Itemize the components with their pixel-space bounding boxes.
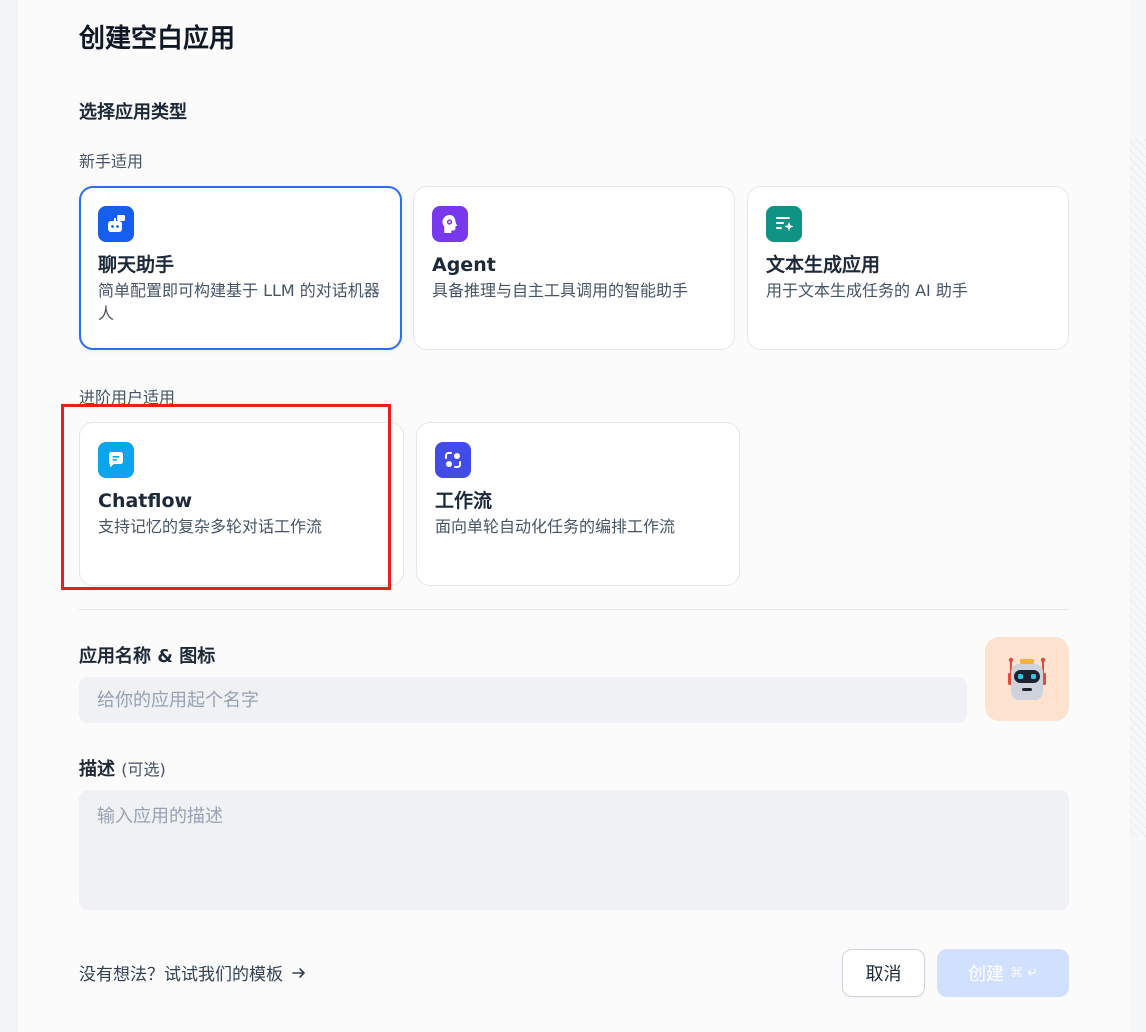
description-label-text: 描述 [79, 759, 115, 780]
description-label: 描述 (可选) [79, 755, 166, 781]
create-button-label: 创建 [967, 964, 1004, 985]
robot-icon [1008, 657, 1046, 700]
card-desc: 简单配置即可构建基于 LLM 的对话机器人 [98, 281, 380, 323]
app-type-card-chatflow[interactable]: Chatflow 支持记忆的复杂多轮对话工作流 [79, 422, 404, 586]
app-type-section-title: 选择应用类型 [79, 102, 187, 123]
card-desc: 具备推理与自主工具调用的智能助手 [432, 281, 689, 300]
card-title: Agent [432, 254, 496, 276]
optional-hint: (可选) [121, 760, 166, 779]
create-shortcut-hint: ⌘ ↵ [1009, 965, 1039, 981]
card-title: 工作流 [435, 490, 493, 512]
app-name-label: 应用名称 & 图标 [79, 646, 216, 667]
app-type-card-workflow[interactable]: 工作流 面向单轮自动化任务的编排工作流 [416, 422, 740, 586]
app-type-card-chat-assistant[interactable]: 聊天助手 简单配置即可构建基于 LLM 的对话机器人 [79, 186, 402, 350]
advanced-group-label: 进阶用户适用 [79, 388, 176, 407]
template-link[interactable]: 没有想法？试试我们的模板 [79, 960, 307, 985]
card-title: 文本生成应用 [766, 254, 881, 276]
create-button[interactable]: 创建 ⌘ ↵ [937, 949, 1069, 997]
cancel-button[interactable]: 取消 [842, 949, 925, 997]
app-name-input[interactable] [79, 677, 967, 723]
app-icon-picker[interactable] [985, 637, 1069, 721]
app-type-card-agent[interactable]: Agent 具备推理与自主工具调用的智能助手 [413, 186, 735, 350]
chatflow-icon [98, 442, 134, 478]
card-desc: 用于文本生成任务的 AI 助手 [766, 281, 968, 300]
card-title: 聊天助手 [98, 254, 175, 276]
divider [79, 609, 1069, 610]
background-pattern [1130, 138, 1146, 838]
beginner-group-label: 新手适用 [79, 152, 144, 171]
card-desc: 面向单轮自动化任务的编排工作流 [435, 517, 676, 536]
agent-brain-icon [432, 206, 468, 242]
chat-bot-icon [98, 206, 134, 242]
template-link-text: 没有想法？试试我们的模板 [79, 965, 283, 985]
dialog-title: 创建空白应用 [79, 24, 236, 54]
arrow-right-icon [292, 967, 305, 978]
description-textarea[interactable] [79, 790, 1069, 910]
card-desc: 支持记忆的复杂多轮对话工作流 [98, 517, 323, 536]
workflow-icon [435, 442, 471, 478]
text-generate-icon [766, 206, 802, 242]
card-title: Chatflow [98, 490, 193, 512]
app-type-card-text-generator[interactable]: 文本生成应用 用于文本生成任务的 AI 助手 [747, 186, 1069, 350]
